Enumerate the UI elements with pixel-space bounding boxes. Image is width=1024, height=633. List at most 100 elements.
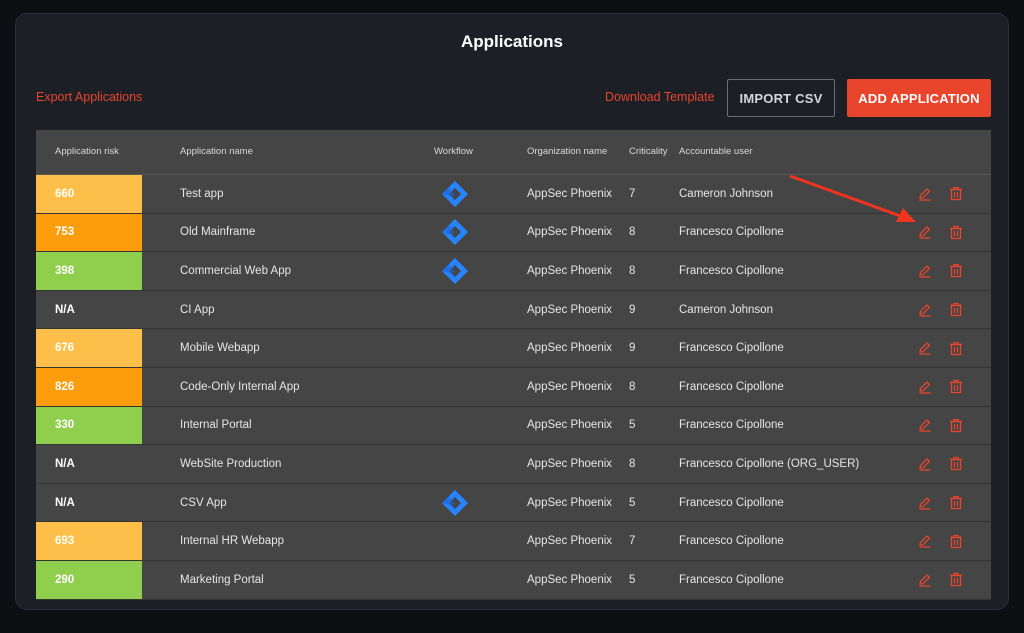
accountable-user: Francesco Cipollone [679, 342, 784, 355]
jira-icon[interactable] [441, 257, 469, 285]
application-risk-score: 753 [36, 213, 142, 252]
organization-name: AppSec Phoenix [527, 496, 613, 509]
table-row[interactable]: 693 Internal HR Webapp AppSec Phoenix 7 … [36, 522, 991, 561]
organization-name: AppSec Phoenix [527, 535, 613, 548]
delete-icon[interactable] [947, 522, 965, 560]
edit-icon[interactable] [916, 175, 934, 213]
accountable-user: Francesco Cipollone [679, 419, 784, 432]
delete-icon[interactable] [947, 329, 965, 367]
application-name[interactable]: WebSite Production [180, 445, 281, 483]
header-organization-name[interactable]: Organization name [527, 146, 607, 157]
application-name[interactable]: Marketing Portal [180, 561, 264, 599]
criticality-value: 9 [629, 342, 636, 355]
export-applications-link[interactable]: Export Applications [36, 90, 142, 104]
header-criticality[interactable]: Criticality [629, 146, 668, 157]
application-name[interactable]: Commercial Web App [180, 252, 291, 290]
download-template-link[interactable]: Download Template [605, 90, 715, 104]
application-risk-score: 693 [36, 522, 142, 560]
application-name[interactable]: Code-Only Internal App [180, 368, 300, 406]
edit-icon[interactable] [916, 484, 934, 522]
application-risk-score: 826 [36, 367, 142, 406]
jira-icon[interactable] [441, 218, 469, 246]
table-row[interactable]: 398 Commercial Web App AppSec Phoenix 8 … [36, 252, 991, 291]
table-row[interactable]: 290 Marketing Portal AppSec Phoenix 5 Fr… [36, 560, 991, 600]
application-name[interactable]: CSV App [180, 484, 227, 522]
criticality-value: 8 [629, 457, 636, 470]
table-row[interactable]: 330 Internal Portal AppSec Phoenix 5 Fra… [36, 406, 991, 446]
table-row[interactable]: N/A CSV App AppSec Phoenix 5 Francesco C… [36, 483, 991, 523]
applications-table: Application risk Application name Workfl… [36, 130, 991, 600]
application-risk-score: 660 [36, 175, 142, 213]
table-row[interactable]: 660 Test app AppSec Phoenix 7 Cameron Jo… [36, 175, 991, 214]
criticality-value: 5 [629, 496, 636, 509]
organization-name: AppSec Phoenix [527, 419, 613, 432]
add-application-button[interactable]: ADD APPLICATION [847, 79, 991, 117]
workflow-cell [440, 175, 470, 213]
jira-icon[interactable] [441, 180, 469, 208]
workflow-cell [440, 329, 470, 367]
organization-name: AppSec Phoenix [527, 380, 613, 393]
header-application-name[interactable]: Application name [180, 146, 253, 157]
accountable-user: Francesco Cipollone [679, 264, 784, 277]
jira-icon[interactable] [441, 489, 469, 517]
delete-icon[interactable] [947, 407, 965, 445]
application-name[interactable]: Mobile Webapp [180, 329, 260, 367]
organization-name: AppSec Phoenix [527, 187, 613, 200]
header-accountable-user[interactable]: Accountable user [679, 146, 752, 157]
application-name[interactable]: Internal HR Webapp [180, 522, 284, 560]
application-name[interactable]: Old Mainframe [180, 214, 255, 252]
edit-icon[interactable] [916, 291, 934, 329]
table-row[interactable]: 753 Old Mainframe AppSec Phoenix 8 Franc… [36, 213, 991, 253]
delete-icon[interactable] [947, 214, 965, 252]
application-name[interactable]: CI App [180, 291, 215, 329]
workflow-cell [440, 522, 470, 560]
delete-icon[interactable] [947, 175, 965, 213]
edit-icon[interactable] [916, 214, 934, 252]
organization-name: AppSec Phoenix [527, 226, 613, 239]
criticality-value: 8 [629, 380, 636, 393]
workflow-cell [440, 214, 470, 252]
applications-panel: Applications Export Applications Downloa… [15, 13, 1009, 610]
delete-icon[interactable] [947, 561, 965, 599]
edit-icon[interactable] [916, 445, 934, 483]
delete-icon[interactable] [947, 368, 965, 406]
edit-icon[interactable] [916, 561, 934, 599]
table-row[interactable]: 826 Code-Only Internal App AppSec Phoeni… [36, 367, 991, 407]
header-workflow[interactable]: Workflow [434, 146, 473, 157]
application-risk-score: 330 [36, 406, 142, 445]
edit-icon[interactable] [916, 252, 934, 290]
edit-icon[interactable] [916, 522, 934, 560]
edit-icon[interactable] [916, 407, 934, 445]
delete-icon[interactable] [947, 291, 965, 329]
import-csv-button[interactable]: IMPORT CSV [727, 79, 835, 117]
accountable-user: Francesco Cipollone [679, 226, 784, 239]
criticality-value: 9 [629, 303, 636, 316]
application-risk-score: 290 [36, 560, 142, 599]
delete-icon[interactable] [947, 484, 965, 522]
header-application-risk[interactable]: Application risk [55, 146, 119, 157]
accountable-user: Francesco Cipollone [679, 380, 784, 393]
criticality-value: 8 [629, 226, 636, 239]
delete-icon[interactable] [947, 252, 965, 290]
page-title: Applications [460, 32, 563, 51]
criticality-value: 7 [629, 187, 636, 200]
edit-icon[interactable] [916, 368, 934, 406]
application-risk-score: N/A [36, 445, 142, 483]
edit-icon[interactable] [916, 329, 934, 367]
workflow-cell [440, 252, 470, 290]
accountable-user: Francesco Cipollone [679, 573, 784, 586]
workflow-cell [440, 561, 470, 599]
table-row[interactable]: N/A WebSite Production AppSec Phoenix 8 … [36, 445, 991, 484]
workflow-cell [440, 484, 470, 522]
organization-name: AppSec Phoenix [527, 457, 613, 470]
table-body: 660 Test app AppSec Phoenix 7 Cameron Jo… [36, 175, 991, 600]
workflow-cell [440, 407, 470, 445]
organization-name: AppSec Phoenix [527, 303, 613, 316]
criticality-value: 5 [629, 419, 636, 432]
application-name[interactable]: Internal Portal [180, 407, 252, 445]
delete-icon[interactable] [947, 445, 965, 483]
accountable-user: Francesco Cipollone (ORG_USER) [679, 457, 860, 470]
application-name[interactable]: Test app [180, 175, 223, 213]
table-row[interactable]: 676 Mobile Webapp AppSec Phoenix 9 Franc… [36, 329, 991, 368]
table-row[interactable]: N/A CI App AppSec Phoenix 9 Cameron John… [36, 290, 991, 330]
